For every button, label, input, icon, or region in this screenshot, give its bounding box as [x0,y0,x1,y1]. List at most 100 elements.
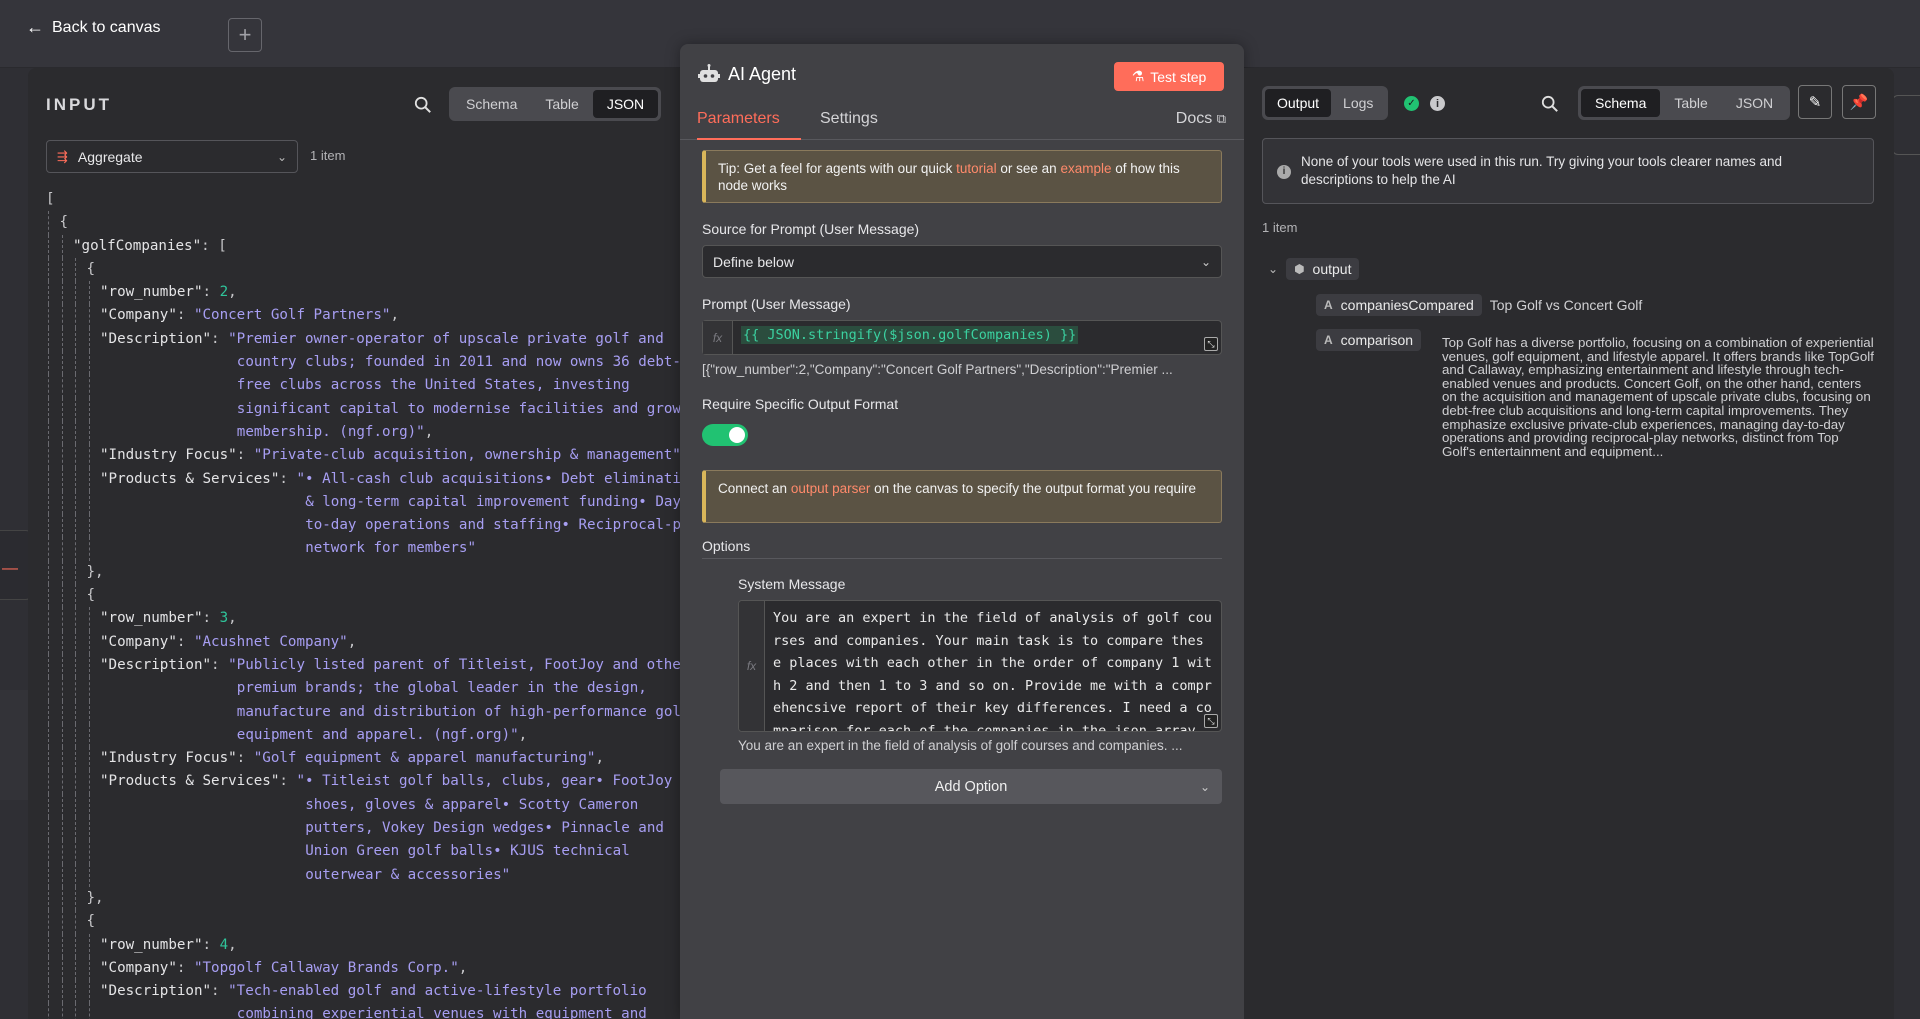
indent-guide [88,863,90,887]
json-key: "Description" [100,656,212,673]
json-number: 3 [219,610,229,627]
json-punct: { [86,587,96,604]
require-format-toggle[interactable] [702,424,748,446]
indent-guide [88,327,90,352]
expand-icon[interactable]: ⤡ [1204,337,1218,351]
view-tab-table[interactable]: Table [1660,89,1721,117]
indent-guide [75,863,76,887]
json-punct: : [279,470,297,487]
indent-guide [61,840,63,864]
json-string: "Topgolf Callaway Brands Corp." [193,959,459,976]
view-tab-schema[interactable]: Schema [452,90,531,118]
indent-guide [88,770,90,794]
indent-guide [88,1003,90,1019]
output-parser-link[interactable]: output parser [791,481,871,496]
view-tab-schema[interactable]: Schema [1581,89,1661,117]
prompt-preview: [{"row_number":2,"Company":"Concert Golf… [702,362,1173,377]
indent-guide [75,327,76,352]
schema-root-row[interactable]: ⌄ ⬢ output [1268,258,1360,280]
indent-guide [88,747,90,771]
indent-guide [75,537,76,561]
indent-guide [75,351,76,375]
tools-info-text: None of your tools were used in this run… [1301,154,1782,187]
indent-guide [88,304,90,328]
aggregate-icon: ⇶ [57,148,68,164]
node-settings-panel: AI Agent ⚗ Test step Parameters Settings… [680,44,1244,1019]
example-link[interactable]: example [1060,161,1111,176]
json-line-content: significant capital to modernise facilit… [237,398,680,421]
fx-icon: fx [739,601,765,731]
flask-icon: ⚗ [1131,68,1145,84]
options-label: Options [702,538,751,554]
tutorial-link[interactable]: tutorial [956,161,997,176]
expand-icon[interactable]: ⤡ [1204,714,1218,728]
tab-logs[interactable]: Logs [1331,89,1385,117]
indent-guide [75,257,76,282]
view-tab-table[interactable]: Table [531,90,592,118]
schema-field-pill[interactable]: A companiesCompared [1316,294,1482,316]
indent-guide [61,677,63,701]
indent-guide [48,304,49,328]
json-line: membership. (ngf.org)", [46,420,676,445]
json-string: "• Titleist golf balls, clubs, gear• Foo… [296,773,673,790]
output-item-count: 1 item [1262,220,1298,235]
node-tabs: Parameters Settings [680,106,1244,140]
prompt-expression-input[interactable]: fx {{ JSON.stringify($json.golfCompanies… [702,320,1222,355]
system-message-input[interactable]: fx You are an expert in the field of ana… [738,600,1222,732]
parser-text: Connect an [718,481,791,496]
search-icon[interactable] [414,96,432,114]
indent-guide [48,980,49,1004]
view-tab-json[interactable]: JSON [592,90,659,118]
json-punct: , [228,610,237,627]
json-line-content: Union Green golf balls• KJUS technical [305,840,630,863]
json-punct: { [59,214,69,231]
indent-guide [75,677,76,701]
indent-guide [75,490,76,515]
edit-output-button[interactable]: ✎ [1798,85,1832,119]
indent-guide [48,467,49,491]
tools-info-banner: i None of your tools were used in this r… [1262,138,1874,204]
indent-guide [48,817,49,841]
tab-parameters[interactable]: Parameters [697,110,780,128]
schema-root-pill: ⬢ output [1286,258,1360,280]
info-icon[interactable]: i [1430,96,1445,111]
json-string: Union Green golf balls• KJUS technical [305,843,630,860]
json-line-content: { [87,258,96,281]
docs-link[interactable]: Docs ⧉ [1176,110,1226,128]
indent-guide [75,304,76,328]
indent-guide [48,514,49,538]
view-tab-json[interactable]: JSON [1722,89,1787,117]
pin-data-button[interactable]: 📌 [1842,85,1876,119]
json-string: shoes, gloves & apparel• Scotty Cameron [305,796,639,813]
system-message-line: You are an expert in the field of analys… [773,610,1212,626]
json-line: "Description": "Tech-enabled golf and ac… [46,980,676,1004]
indent-guide [75,886,76,911]
json-string: "Tech-enabled golf and active-lifestyle … [228,983,647,1000]
indent-guide [61,327,63,352]
indent-guide [88,700,90,724]
search-icon[interactable] [1541,95,1559,113]
test-step-button[interactable]: ⚗ Test step [1114,62,1224,91]
indent-guide [88,677,90,701]
source-prompt-select[interactable]: Define below ⌄ [702,245,1222,278]
indent-guide [75,467,76,491]
json-string: significant capital to modernise facilit… [236,400,680,417]
schema-field-pill[interactable]: A comparison [1316,329,1422,351]
indent-guide [48,956,49,981]
indent-guide [61,630,63,654]
chevron-down-icon[interactable]: ⌄ [1268,262,1278,276]
input-node-select[interactable]: ⇶ Aggregate ⌄ [46,140,298,173]
json-line: Union Green golf balls• KJUS technical [46,840,676,864]
tab-settings[interactable]: Settings [820,110,878,128]
json-punct: : [202,610,220,627]
schema-field-row: A comparison [1316,329,1422,351]
json-line-content: { [60,211,69,234]
add-tab-button[interactable]: + [228,18,262,52]
add-option-button[interactable]: Add Option ⌄ [720,769,1222,804]
indent-guide [88,281,90,305]
indent-guide [48,886,49,911]
tab-output[interactable]: Output [1265,89,1332,117]
json-punct: : [202,284,220,301]
back-to-canvas-button[interactable]: ← Back to canvas [26,17,161,38]
json-line: to-day operations and staffing• Reciproc… [46,514,680,538]
